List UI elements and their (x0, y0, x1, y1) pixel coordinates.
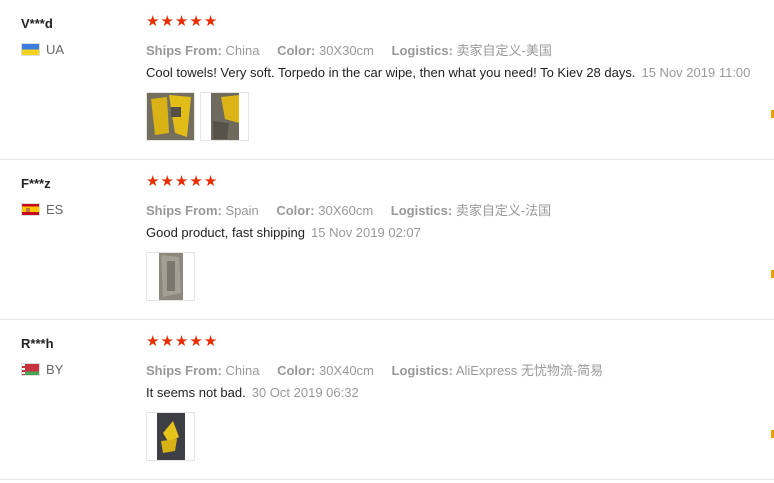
logistics-value: AliExpress 无忧物流-简易 (455, 363, 604, 378)
review-photo-thumbnail[interactable] (146, 92, 195, 141)
logistics-value: 卖家自定义-美国 (456, 43, 552, 58)
star-icon: ★ (174, 173, 189, 190)
country-code: ES (46, 202, 64, 217)
color-label: Color: (277, 363, 316, 378)
star-icon: ★ (146, 173, 160, 190)
review-text: Cool towels! Very soft. Torpedo in the c… (146, 65, 750, 80)
review-body: It seems not bad. (146, 385, 246, 400)
review-photo-thumbnail[interactable] (146, 252, 195, 301)
order-info: Ships From: China Color: 30X40cm Logisti… (146, 360, 617, 379)
star-icon: ★ (189, 13, 203, 30)
review-date: 15 Nov 2019 11:00 (641, 65, 751, 80)
review-photos (146, 252, 195, 301)
reviewer-name: R***h (21, 336, 54, 351)
review-item: R***h BY ★ ★ ★ ★ ★ Ships From: China Col… (0, 320, 774, 480)
review-photos (146, 92, 249, 141)
ukraine-flag-icon (21, 43, 40, 56)
star-icon: ★ (174, 13, 189, 30)
review-body: Cool towels! Very soft. Torpedo in the c… (146, 65, 636, 80)
order-info: Ships From: China Color: 30X30cm Logisti… (146, 40, 566, 59)
color-label: Color: (276, 203, 315, 218)
ships-from-label: Ships From: (146, 43, 222, 58)
logistics-label: Logistics: (391, 43, 453, 58)
logistics-label: Logistics: (390, 203, 453, 218)
review-text: Good product, fast shipping 15 Nov 2019 0… (146, 225, 421, 240)
order-info: Ships From: Spain Color: 30X60cm Logisti… (146, 200, 565, 219)
star-icon: ★ (203, 333, 218, 350)
ships-from-label: Ships From: (146, 203, 222, 218)
review-photo-thumbnail[interactable] (146, 412, 195, 461)
ships-from-value: Spain (225, 203, 259, 218)
rating-stars: ★ ★ ★ ★ ★ (146, 334, 217, 350)
star-icon: ★ (189, 173, 203, 190)
review-item: F***z ES ★ ★ ★ ★ ★ Ships From: Spain Col… (0, 160, 774, 320)
spain-flag-icon (21, 203, 40, 216)
color-value: 30X30cm (318, 43, 374, 58)
review-photo-thumbnail[interactable] (200, 92, 249, 141)
rating-stars: ★ ★ ★ ★ ★ (146, 174, 217, 190)
ships-from-value: China (225, 43, 260, 58)
star-icon: ★ (203, 13, 218, 30)
towel-photo-icon (147, 253, 194, 300)
review-date: 30 Oct 2019 06:32 (251, 385, 359, 400)
star-icon: ★ (174, 333, 189, 350)
towel-photo-icon (147, 413, 194, 460)
review-photos (146, 412, 195, 461)
star-icon: ★ (203, 173, 218, 190)
rating-stars: ★ ★ ★ ★ ★ (146, 14, 217, 30)
color-value: 30X60cm (318, 203, 374, 218)
star-icon: ★ (146, 13, 160, 30)
reviewer-country: UA (21, 42, 64, 57)
review-body: Good product, fast shipping (146, 225, 305, 240)
ships-from-label: Ships From: (146, 363, 222, 378)
review-date: 15 Nov 2019 02:07 (311, 225, 421, 240)
reviewer-name: V***d (21, 16, 53, 31)
country-code: BY (46, 362, 64, 377)
towel-photo-icon (147, 93, 194, 140)
logistics-value: 卖家自定义-法国 (455, 203, 552, 218)
color-label: Color: (277, 43, 316, 58)
review-item: V***d UA ★ ★ ★ ★ ★ Ships From: China Col… (0, 0, 774, 160)
star-icon: ★ (146, 333, 160, 350)
ships-from-value: China (225, 363, 260, 378)
reviewer-country: ES (21, 202, 63, 217)
belarus-flag-icon (21, 363, 40, 376)
star-icon: ★ (189, 333, 203, 350)
towel-photo-icon (201, 93, 248, 140)
star-icon: ★ (160, 333, 174, 350)
logistics-label: Logistics: (391, 363, 453, 378)
reviewer-name: F***z (21, 176, 51, 191)
star-icon: ★ (160, 173, 174, 190)
reviewer-country: BY (21, 362, 63, 377)
review-text: It seems not bad. 30 Oct 2019 06:32 (146, 385, 359, 400)
color-value: 30X40cm (318, 363, 374, 378)
star-icon: ★ (160, 13, 174, 30)
country-code: UA (46, 42, 65, 57)
